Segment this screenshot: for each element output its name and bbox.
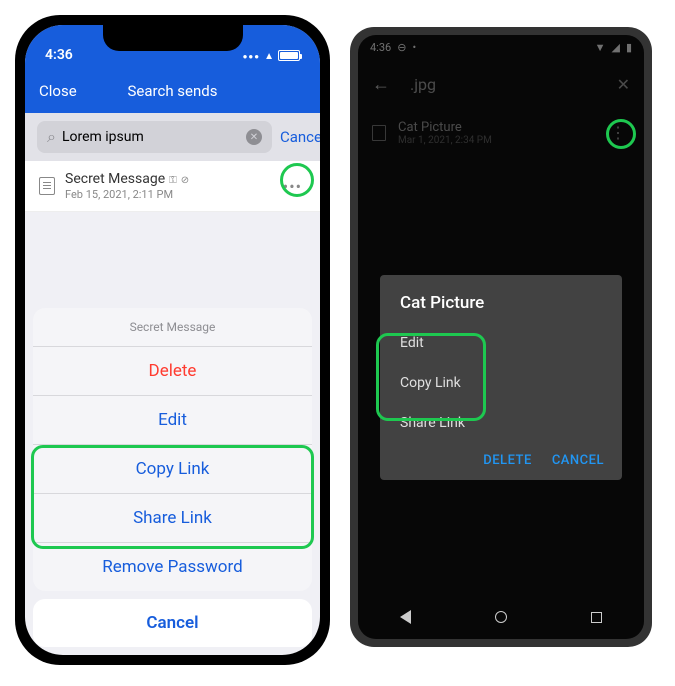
android-screen: 4:36 ⊖ • ▼ ◢ ▮ ← .jpg ✕ Cat Picture Mar … [358,35,644,639]
disabled-icon [181,171,189,187]
ios-device-frame: 4:36 Close Search sends ⌕ ✕ Cancel [15,15,330,665]
ios-nav-header: Close Search sends [25,69,320,113]
search-bar: ⌕ ✕ Cancel [25,113,320,161]
remove-password-button[interactable]: Remove Password [33,543,312,591]
cancel-button[interactable]: Cancel [33,599,312,647]
dialog: Cat Picture Edit Copy Link Share Link DE… [380,275,622,480]
share-link-button[interactable]: Share Link [33,494,312,543]
search-icon: ⌕ [47,127,56,147]
search-cancel-button[interactable]: Cancel [280,128,320,146]
dialog-title: Cat Picture [380,293,622,323]
nav-recent-icon[interactable] [591,612,602,623]
share-link-button[interactable]: Share Link [380,403,622,443]
ios-notch [103,25,243,51]
action-sheet: Secret Message Delete Edit Copy Link Sha… [25,300,320,655]
ios-screen: 4:36 Close Search sends ⌕ ✕ Cancel [25,25,320,655]
edit-button[interactable]: Edit [33,396,312,445]
edit-button[interactable]: Edit [380,323,622,363]
cancel-button[interactable]: CANCEL [552,453,604,468]
action-sheet-group: Secret Message Delete Edit Copy Link Sha… [33,308,312,591]
nav-back-icon[interactable] [400,610,411,624]
sheet-header: Secret Message [33,308,312,347]
ios-status-icons [243,47,300,63]
list-item[interactable]: Secret Message Feb 15, 2021, 2:11 PM ••• [25,161,320,212]
more-icon[interactable]: ••• [279,173,306,200]
android-navbar [358,595,644,639]
delete-button[interactable]: Delete [33,347,312,396]
signal-icon [243,47,261,63]
text-file-icon [39,177,55,195]
nav-home-icon[interactable] [495,611,507,623]
dialog-actions: DELETE CANCEL [380,443,622,472]
key-icon [169,171,177,187]
close-button[interactable]: Close [39,82,77,100]
clear-icon[interactable]: ✕ [246,129,262,145]
battery-icon [278,50,300,61]
item-title: Secret Message [65,171,165,187]
item-title-row: Secret Message [65,171,269,187]
search-input[interactable] [62,129,240,145]
search-input-wrap[interactable]: ⌕ ✕ [37,121,272,153]
copy-link-button[interactable]: Copy Link [33,445,312,494]
copy-link-button[interactable]: Copy Link [380,363,622,403]
item-content: Secret Message Feb 15, 2021, 2:11 PM [65,171,269,201]
page-title: Search sends [128,82,218,100]
results-list: Secret Message Feb 15, 2021, 2:11 PM ••• [25,161,320,212]
android-device-frame: 4:36 ⊖ • ▼ ◢ ▮ ← .jpg ✕ Cat Picture Mar … [350,27,652,647]
ios-time: 4:36 [45,47,73,63]
item-subtitle: Feb 15, 2021, 2:11 PM [65,188,269,201]
wifi-icon [264,47,274,63]
delete-button[interactable]: DELETE [483,453,532,468]
